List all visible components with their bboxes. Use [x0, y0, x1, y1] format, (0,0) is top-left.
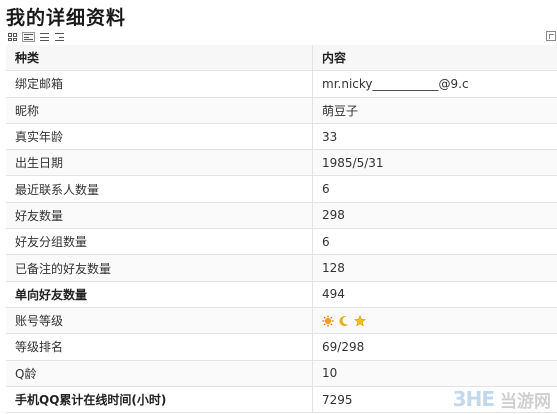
row-value: 33	[312, 123, 557, 151]
details-table: 种类 内容 绑定邮箱 mr.nicky___________@9.c 昵称 萌豆…	[6, 45, 557, 414]
row-value: 6	[312, 228, 557, 256]
column-header-content: 内容	[312, 45, 557, 72]
star-icon	[354, 315, 366, 327]
row-label: Q龄	[6, 360, 313, 387]
view-toolbar	[7, 31, 65, 43]
row-value: 494	[312, 281, 557, 308]
table-row: 好友数量 298	[6, 202, 557, 230]
expand-icon[interactable]	[546, 31, 556, 41]
column-header-type: 种类	[6, 45, 313, 72]
align-center-icon[interactable]	[39, 32, 50, 42]
row-value: 10	[312, 360, 557, 387]
site-watermark: 3HE 当游网	[453, 386, 551, 412]
row-label: 真实年龄	[6, 123, 313, 151]
table-row: 昵称 萌豆子	[6, 97, 557, 124]
table-row: 绑定邮箱 mr.nicky___________@9.c	[6, 70, 557, 98]
align-left-icon[interactable]	[22, 32, 35, 42]
table-row: 最近联系人数量 6	[6, 175, 557, 203]
table-row: 已备注的好友数量 128	[6, 254, 557, 282]
row-label: 单向好友数量	[6, 281, 313, 308]
row-value: 298	[312, 202, 557, 230]
table-row: 账号等级	[6, 307, 557, 335]
row-value: 69/298	[312, 333, 557, 361]
watermark-logo: 3HE	[452, 387, 495, 411]
row-label: 等级排名	[6, 333, 313, 361]
row-label: 昵称	[6, 97, 313, 124]
row-value: 128	[312, 254, 557, 282]
row-label: 好友分组数量	[6, 228, 313, 256]
row-value: mr.nicky___________@9.c	[312, 70, 557, 98]
sun-icon	[322, 315, 334, 327]
watermark-text: 当游网	[500, 391, 551, 412]
row-label: 最近联系人数量	[6, 175, 313, 203]
row-value: 1985/5/31	[312, 149, 557, 177]
table-row: 等级排名 69/298	[6, 333, 557, 361]
grid-view-icon[interactable]	[7, 32, 18, 42]
table-row: 单向好友数量 494	[6, 281, 557, 308]
table-row: 好友分组数量 6	[6, 228, 557, 256]
row-value-level-icons	[312, 307, 557, 335]
row-label: 账号等级	[6, 307, 313, 335]
row-label: 好友数量	[6, 202, 313, 230]
row-value: 萌豆子	[312, 97, 557, 124]
row-label: 手机QQ累计在线时间(小时)	[6, 386, 313, 414]
row-value: 6	[312, 175, 557, 203]
page-title: 我的详细资料	[6, 7, 127, 29]
moon-icon	[339, 316, 349, 327]
table-row: 出生日期 1985/5/31	[6, 149, 557, 177]
align-right-icon[interactable]	[54, 32, 65, 42]
table-row: 真实年龄 33	[6, 123, 557, 151]
table-row: Q龄 10	[6, 360, 557, 387]
row-label: 已备注的好友数量	[6, 254, 313, 282]
table-header-row: 种类 内容	[6, 45, 557, 72]
row-label: 出生日期	[6, 149, 313, 177]
row-label: 绑定邮箱	[6, 70, 313, 98]
